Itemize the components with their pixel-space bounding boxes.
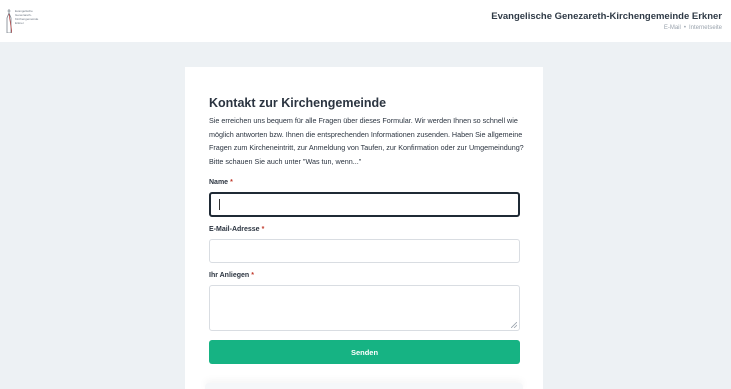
required-marker: *: [251, 272, 254, 279]
logo-line: Erkner: [15, 21, 24, 25]
email-input[interactable]: [209, 239, 520, 263]
form-intro-text: Sie erreichen uns bequem für alle Fragen…: [209, 116, 524, 166]
logo-text: Evangelische Genezareth- Kirchengemeinde…: [15, 9, 38, 25]
message-label-text: Ihr Anliegen: [209, 272, 250, 279]
submit-button[interactable]: Senden: [209, 340, 520, 364]
email-label-text: E-Mail-Adresse: [209, 226, 260, 233]
name-input[interactable]: [209, 192, 520, 217]
header-links: E-Mail • Internetseite: [664, 25, 722, 31]
next-card-edge: [205, 383, 523, 389]
name-label-text: Name: [209, 179, 229, 186]
required-marker: *: [230, 179, 233, 186]
website-link[interactable]: Internetseite: [689, 25, 722, 31]
required-marker: *: [261, 226, 265, 233]
name-label: Name *: [209, 179, 233, 186]
link-separator: •: [683, 25, 686, 31]
text-caret: [219, 199, 220, 210]
site-logo[interactable]: Evangelische Genezareth- Kirchengemeinde…: [6, 9, 42, 35]
site-title: Evangelische Genezareth-Kirchengemeinde …: [491, 11, 722, 22]
message-label: Ihr Anliegen *: [209, 272, 254, 279]
form-title: Kontakt zur Kirchengemeinde: [209, 96, 387, 110]
church-logo-icon: [6, 9, 12, 33]
resize-handle-icon[interactable]: [511, 322, 517, 328]
contact-form-card: Kontakt zur Kirchengemeinde Sie erreiche…: [185, 67, 543, 389]
email-link[interactable]: E-Mail: [664, 25, 681, 31]
email-label: E-Mail-Adresse *: [209, 226, 264, 233]
message-textarea[interactable]: [209, 285, 520, 331]
site-header: Evangelische Genezareth- Kirchengemeinde…: [0, 0, 731, 42]
